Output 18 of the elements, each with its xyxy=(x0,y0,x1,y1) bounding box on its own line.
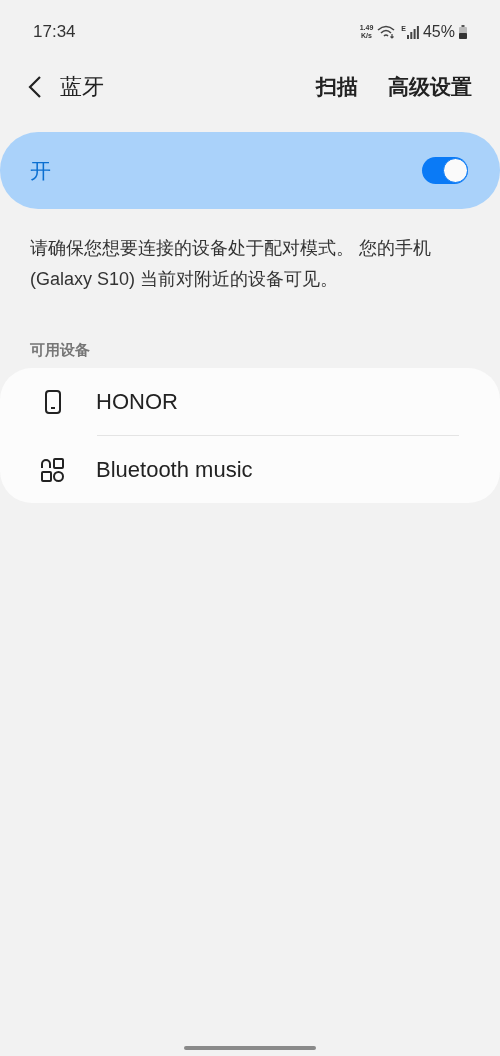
section-heading: 可用设备 xyxy=(30,341,91,360)
device-name: HONOR xyxy=(96,388,178,415)
device-item[interactable]: HONOR xyxy=(0,368,500,435)
status-time: 17:34 xyxy=(33,22,76,42)
header-action-button[interactable]: 高级设置 xyxy=(388,73,472,101)
battery-icon xyxy=(459,25,467,39)
device-name: Bluetooth music xyxy=(96,456,253,483)
page-title: 蓝牙 xyxy=(60,73,105,101)
switch-label: 开 xyxy=(30,157,51,184)
signal-icon xyxy=(406,25,419,39)
device-category-icon xyxy=(40,456,66,483)
header-action-button[interactable]: 扫描 xyxy=(316,73,358,101)
toggle-switch[interactable] xyxy=(422,157,468,184)
back-button[interactable] xyxy=(28,76,42,98)
visibility-description: 请确保您想要连接的设备处于配对模式。 您的手机 (Galaxy S10) 当前对附近的设备可见。 xyxy=(30,237,432,291)
battery-percent: 45% xyxy=(422,23,455,41)
back-icon xyxy=(28,76,42,98)
device-item[interactable]: Bluetooth music xyxy=(0,436,500,503)
